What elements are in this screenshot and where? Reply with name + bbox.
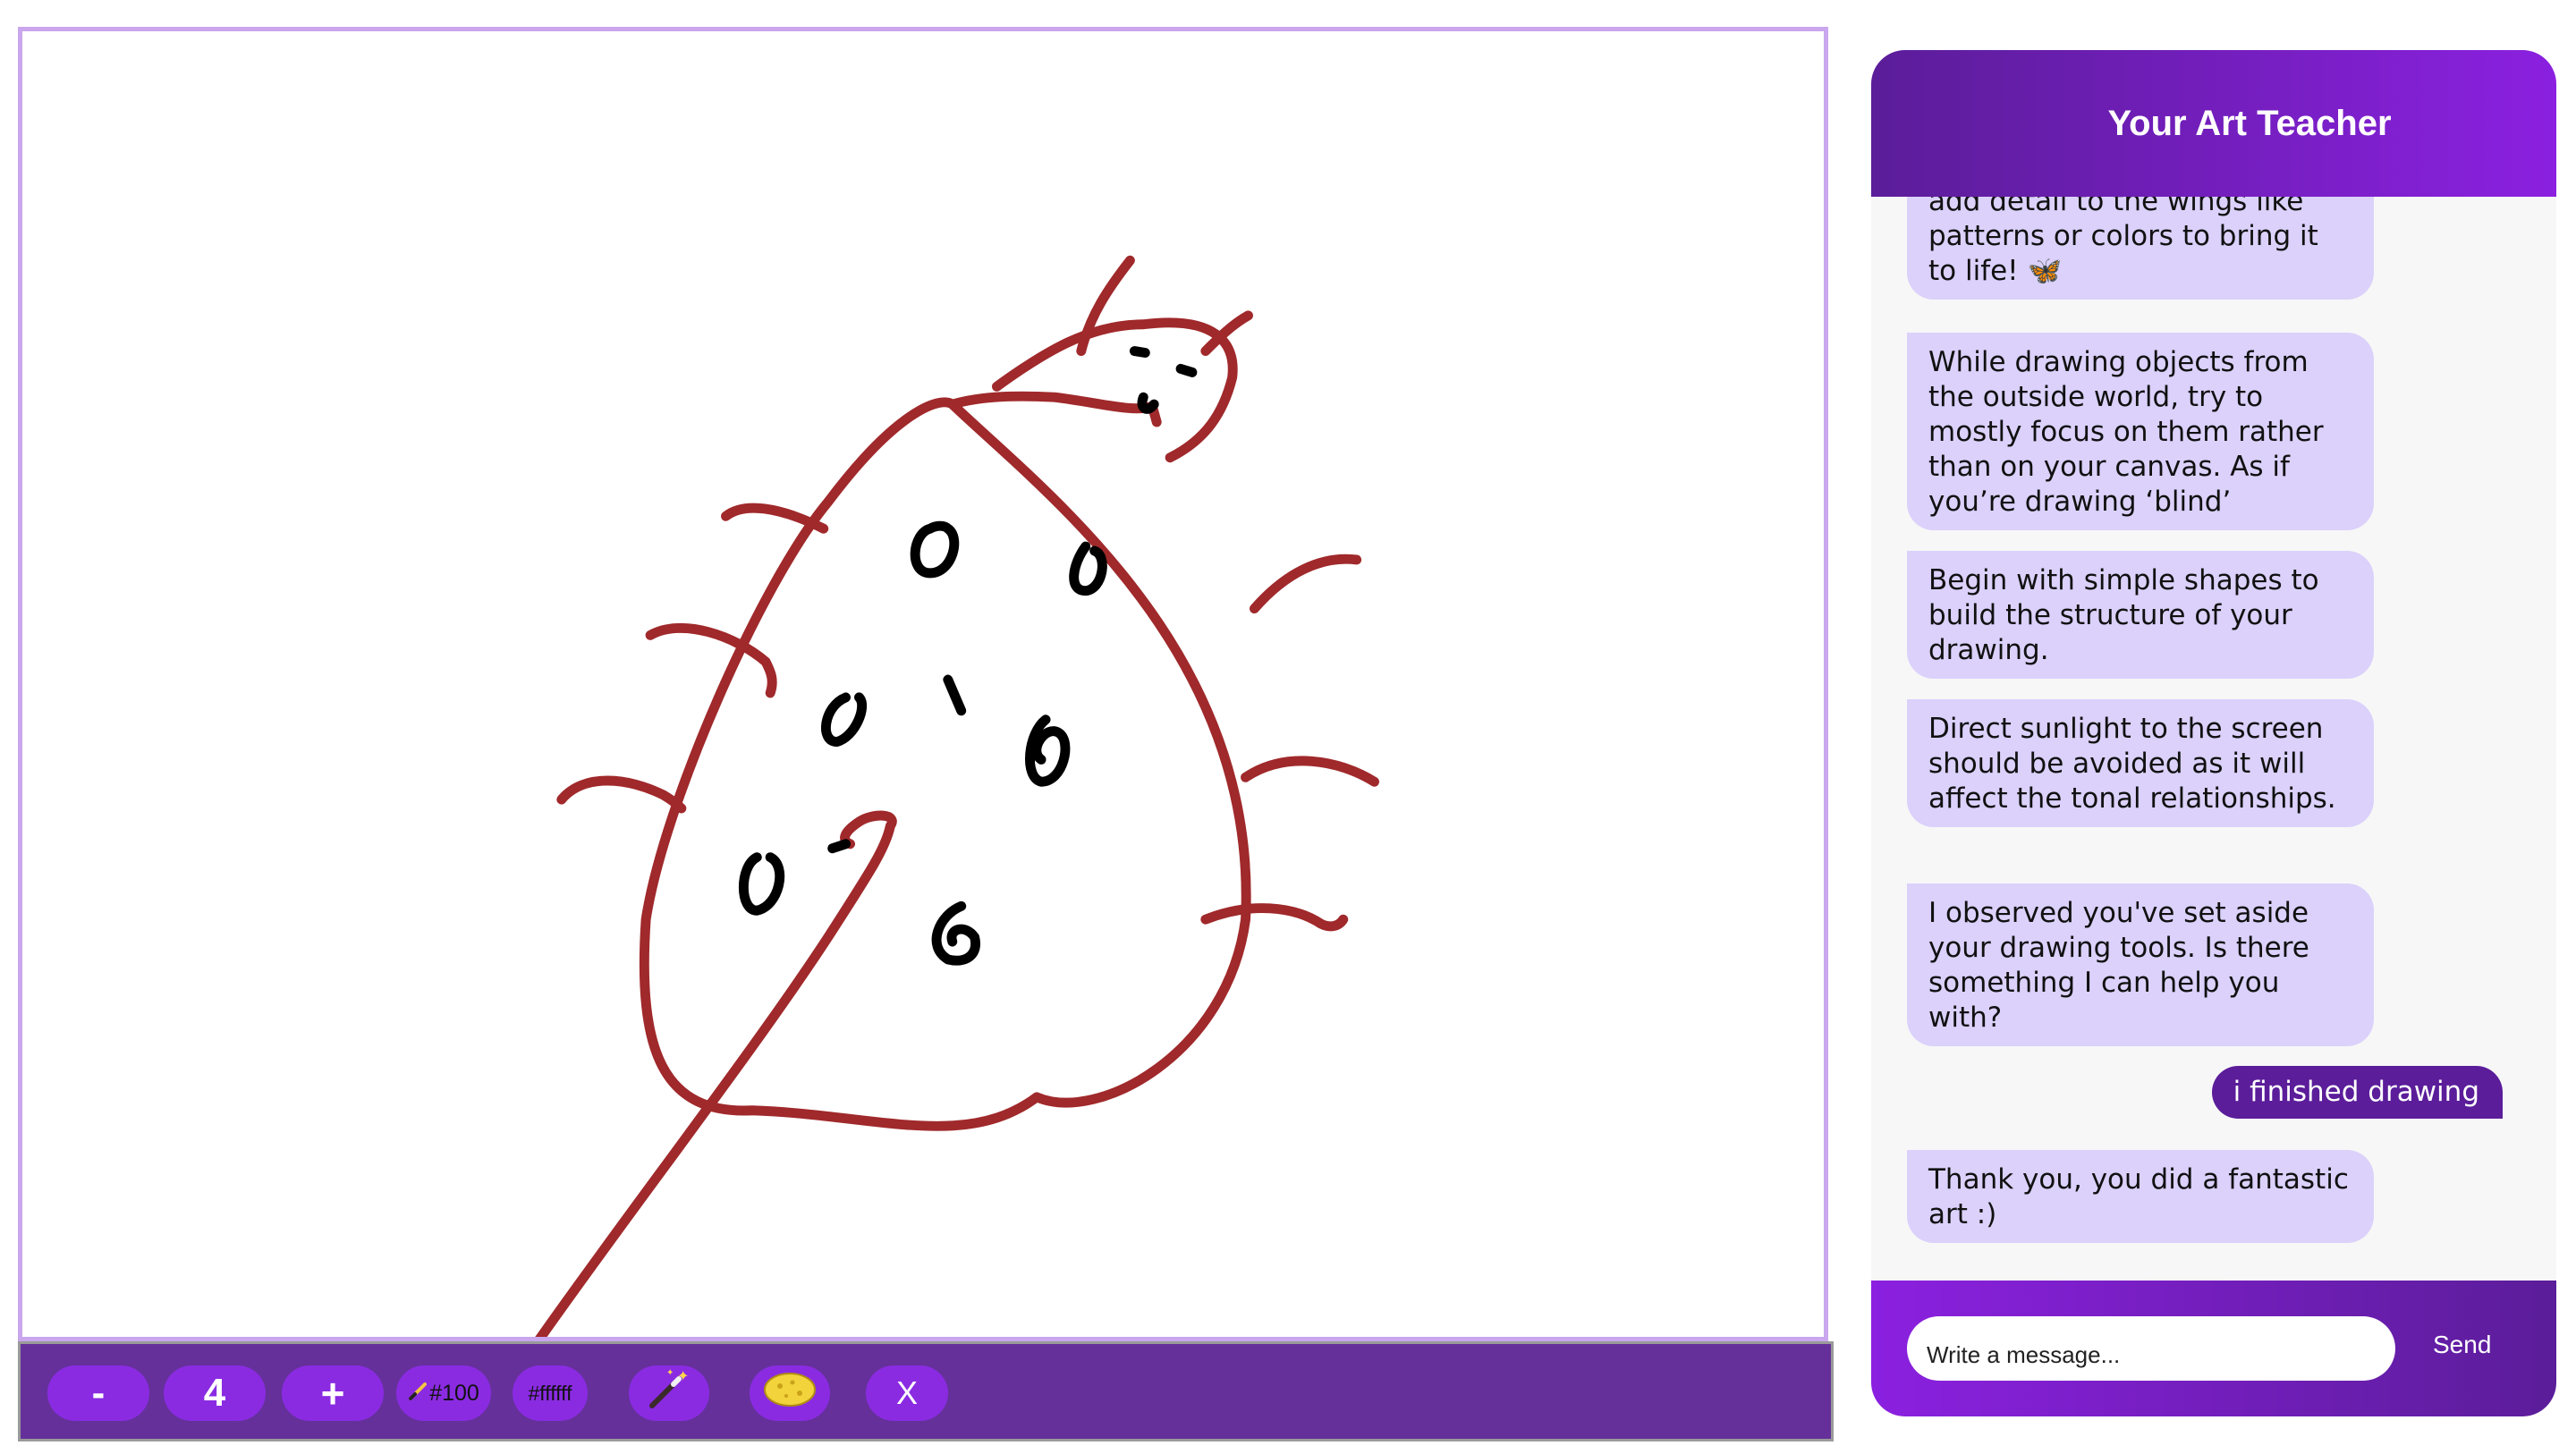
magic-wand-icon: ✦ ✦ <box>647 1366 691 1421</box>
bug-head-stroke <box>991 317 1238 463</box>
bug-leg-5 <box>1241 756 1380 787</box>
spot-2 <box>1069 541 1107 596</box>
brush-color-label: #100 <box>429 1380 479 1406</box>
teacher-message: Direct sunlight to the screen should be … <box>1907 699 2374 827</box>
eye-2 <box>1175 363 1198 377</box>
brush-color-picker[interactable]: #100 <box>396 1365 491 1421</box>
spot-8 <box>827 839 852 854</box>
bug-antenna-left <box>1076 255 1135 357</box>
chat-header: Your Art Teacher <box>1871 50 2556 197</box>
bug-leg-3 <box>556 775 687 814</box>
spot-1 <box>910 520 960 579</box>
user-message: i finished drawing <box>2211 1066 2503 1119</box>
message-list[interactable]: add detail to the wings like patterns or… <box>1871 197 2556 1331</box>
pen-icon <box>408 1380 429 1408</box>
increase-size-button[interactable]: + <box>282 1365 384 1421</box>
teacher-message: Thank you, you did a fantastic art :) <box>1907 1150 2374 1243</box>
brush-size-display[interactable]: 4 <box>164 1365 266 1421</box>
decrease-size-label: - <box>91 1371 106 1415</box>
bug-body-shoulder <box>947 391 1162 427</box>
drawing-toolbar: - 4 + #100 #ffffff ✦ ✦ X <box>18 1341 1834 1441</box>
teacher-message: I observed you've set aside your drawing… <box>1907 883 2374 1046</box>
chat-title: Your Art Teacher <box>2107 103 2392 143</box>
increase-size-label: + <box>320 1370 345 1416</box>
bug-leg-6 <box>1200 903 1349 932</box>
spot-7 <box>931 900 980 966</box>
sponge-eraser-button[interactable] <box>750 1365 830 1421</box>
teacher-message: Begin with simple shapes to build the st… <box>1907 551 2374 679</box>
sponge-icon <box>762 1366 818 1421</box>
clear-canvas-label: X <box>895 1374 918 1411</box>
svg-text:✦: ✦ <box>677 1367 689 1384</box>
spot-6 <box>738 852 785 916</box>
long-line-stroke <box>535 810 897 1337</box>
brush-size-value: 4 <box>203 1371 226 1415</box>
message-input[interactable] <box>1907 1316 2395 1381</box>
send-button[interactable]: Send <box>2433 1331 2491 1359</box>
teacher-message: While drawing objects from the outside w… <box>1907 333 2374 530</box>
drawing-strokes <box>535 255 1380 1337</box>
teacher-message: add detail to the wings like patterns or… <box>1907 197 2374 300</box>
spot-5 <box>1025 714 1071 787</box>
bug-leg-2 <box>645 622 777 698</box>
svg-text:✦: ✦ <box>666 1368 674 1378</box>
clear-canvas-button[interactable]: X <box>866 1365 948 1421</box>
art-teacher-chat: Your Art Teacher add detail to the wings… <box>1871 50 2556 1416</box>
decrease-size-button[interactable]: - <box>47 1365 149 1421</box>
magic-wand-button[interactable]: ✦ ✦ <box>629 1365 709 1421</box>
eye-1 <box>1129 346 1150 358</box>
background-color-picker[interactable]: #ffffff <box>513 1365 588 1421</box>
spot-3 <box>820 692 868 748</box>
spot-4 <box>943 674 967 716</box>
background-color-label: #ffffff <box>528 1381 572 1405</box>
bug-leg-4 <box>1250 554 1362 614</box>
chat-footer: Send <box>1871 1281 2556 1416</box>
drawing-canvas[interactable] <box>18 27 1828 1341</box>
bug-leg-1 <box>721 503 829 534</box>
